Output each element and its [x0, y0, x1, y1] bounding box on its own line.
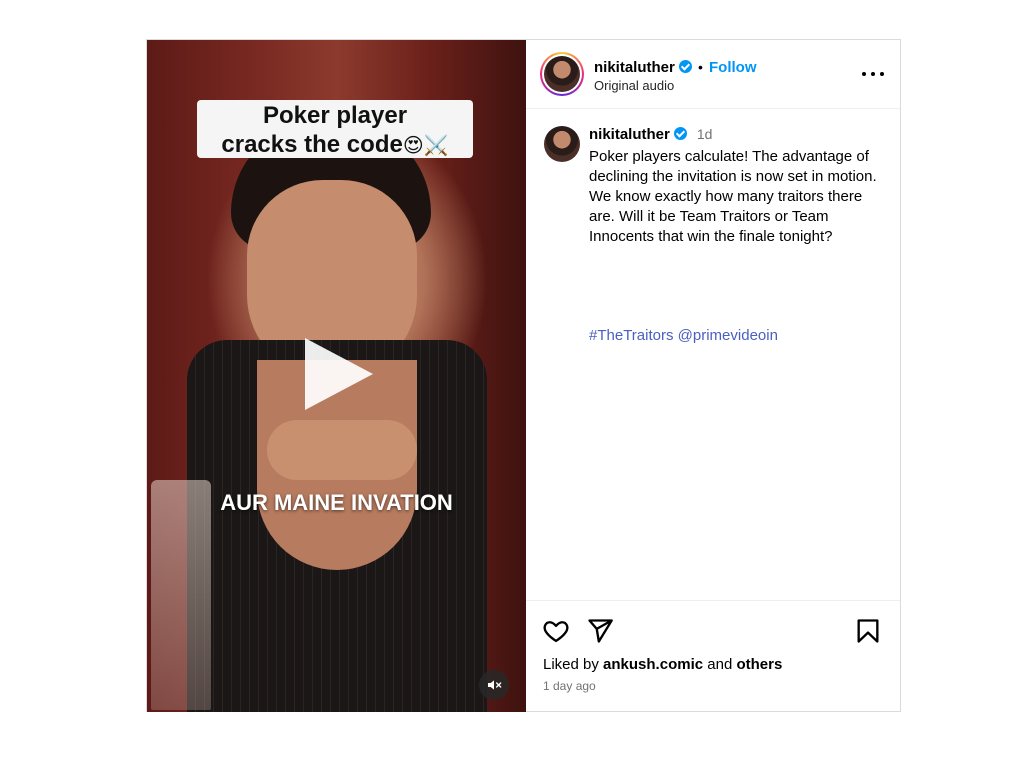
verified-badge-icon	[673, 127, 687, 140]
avatar-wrapper	[542, 54, 582, 94]
post-actions: Liked by ankush.comic and others 1 day a…	[526, 600, 900, 712]
author-username[interactable]: nikitaluther	[594, 59, 692, 76]
separator-dot: •	[698, 59, 703, 75]
follow-button[interactable]: Follow	[709, 59, 757, 76]
avatar	[544, 126, 580, 162]
mute-button[interactable]	[479, 670, 509, 700]
play-icon[interactable]	[305, 338, 373, 410]
save-button[interactable]	[854, 617, 882, 650]
share-button[interactable]	[586, 617, 614, 650]
video-caption-overlay: Poker player cracks the code😍⚔️	[197, 100, 473, 158]
story-ring[interactable]	[540, 52, 584, 96]
video-caption-line2: cracks the code	[221, 131, 403, 158]
liked-by-others-link[interactable]: others	[736, 656, 782, 673]
bookmark-icon	[857, 619, 879, 643]
caption-username-text: nikitaluther	[589, 126, 670, 143]
caption-tags: #TheTraitors @primevideoin	[589, 327, 778, 344]
video-subtitle: AUR MAINE INVATION	[220, 490, 453, 515]
mention-link[interactable]: @primevideoin	[678, 327, 778, 344]
liked-by-user-link[interactable]: ankush.comic	[603, 656, 703, 673]
video-player[interactable]: Poker player cracks the code😍⚔️ AUR MAIN…	[147, 40, 526, 712]
more-dot	[880, 72, 884, 76]
liked-by: Liked by ankush.comic and others	[543, 656, 782, 673]
verified-badge-icon	[678, 60, 692, 73]
send-icon	[588, 619, 613, 643]
like-button[interactable]	[542, 617, 570, 650]
video-frame-hands	[267, 420, 417, 480]
post-card: Poker player cracks the code😍⚔️ AUR MAIN…	[146, 39, 901, 712]
post-header: nikitaluther • Follow Original audio	[526, 40, 900, 109]
author-username-text: nikitaluther	[594, 59, 675, 76]
caption-time[interactable]: 1d	[697, 126, 713, 142]
liked-by-prefix: Liked by	[543, 656, 599, 673]
avatar	[544, 56, 580, 92]
original-audio-link[interactable]: Original audio	[594, 78, 674, 93]
speaker-muted-icon	[488, 680, 502, 690]
more-dot	[871, 72, 875, 76]
caption-username[interactable]: nikitaluther	[589, 126, 687, 143]
heart-icon	[543, 621, 569, 643]
hashtag-link[interactable]: #TheTraitors	[589, 327, 673, 344]
caption-text: Poker players calculate! The advantage o…	[589, 148, 877, 245]
video-caption-line1: Poker player	[262, 102, 408, 129]
post-details-panel: nikitaluther • Follow Original audio nik…	[526, 40, 900, 712]
caption-avatar[interactable]	[544, 126, 580, 162]
video-caption-emoji: 😍⚔️	[402, 135, 449, 157]
post-timestamp[interactable]: 1 day ago	[543, 679, 596, 693]
caption-header: nikitaluther 1d	[589, 126, 712, 144]
liked-by-and: and	[707, 656, 733, 673]
video-caption-line2-wrap: cracks the code😍⚔️	[197, 130, 473, 161]
more-dot	[862, 72, 866, 76]
more-options-icon[interactable]	[862, 64, 884, 84]
